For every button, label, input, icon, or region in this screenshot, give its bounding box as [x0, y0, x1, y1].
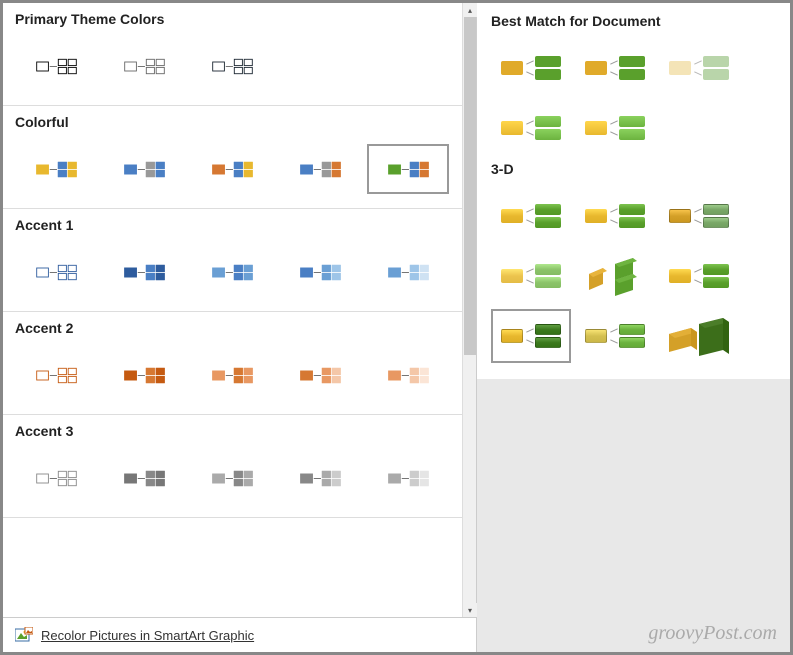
section-accent3: Accent 3	[3, 415, 462, 518]
section-header: Accent 2	[15, 320, 450, 336]
scroll-up-button[interactable]: ▴	[463, 3, 477, 17]
color-variation-thumb[interactable]	[279, 144, 361, 194]
section-header: Accent 1	[15, 217, 450, 233]
section-header: Colorful	[15, 114, 450, 130]
style-thumb[interactable]	[491, 249, 571, 303]
style-gallery-content: Best Match for Document	[477, 3, 790, 379]
color-variation-thumb[interactable]	[367, 247, 449, 297]
section-accent1: Accent 1	[3, 209, 462, 312]
color-variation-thumb[interactable]	[279, 247, 361, 297]
style-thumb[interactable]	[491, 189, 571, 243]
color-variation-thumb[interactable]	[103, 41, 185, 91]
color-variation-thumb[interactable]	[279, 453, 361, 503]
color-variation-thumb[interactable]	[279, 350, 361, 400]
color-variation-thumb[interactable]	[191, 41, 273, 91]
section-header: Primary Theme Colors	[15, 11, 450, 27]
scrollbar[interactable]: ▴ ▾	[462, 3, 476, 617]
color-variation-thumb[interactable]	[367, 453, 449, 503]
section-colorful: Colorful	[3, 106, 462, 209]
thumb-row	[15, 247, 450, 297]
section-header: Accent 3	[15, 423, 450, 439]
thumb-row	[15, 41, 450, 91]
style-thumb[interactable]	[575, 249, 655, 303]
picture-icon	[15, 627, 33, 643]
color-scroll-area: Primary Theme Colors Colorful	[3, 3, 476, 617]
style-thumb[interactable]	[491, 309, 571, 363]
scroll-down-button[interactable]: ▾	[463, 603, 477, 617]
style-thumb[interactable]	[659, 309, 739, 363]
color-variation-thumb[interactable]	[103, 350, 185, 400]
style-thumb[interactable]	[575, 101, 655, 155]
thumb-row	[15, 453, 450, 503]
style-thumb[interactable]	[575, 189, 655, 243]
style-thumb[interactable]	[659, 249, 739, 303]
color-variation-thumb[interactable]	[191, 453, 273, 503]
style-gallery-panel: Best Match for Document	[477, 3, 790, 652]
style-row	[491, 309, 776, 363]
style-row	[491, 249, 776, 303]
recolor-link-text: Recolor Pictures in SmartArt Graphic	[41, 628, 254, 643]
color-variation-thumb[interactable]	[15, 144, 97, 194]
style-thumb[interactable]	[491, 101, 571, 155]
style-section-header: Best Match for Document	[491, 13, 776, 29]
style-row	[491, 189, 776, 243]
color-variation-thumb[interactable]	[367, 144, 449, 194]
style-row	[491, 41, 776, 95]
color-variation-thumb[interactable]	[191, 350, 273, 400]
color-variations-panel: Primary Theme Colors Colorful	[3, 3, 477, 652]
style-row	[491, 101, 776, 155]
color-variation-thumb[interactable]	[367, 350, 449, 400]
color-variation-thumb[interactable]	[15, 350, 97, 400]
thumb-row	[15, 144, 450, 194]
color-variation-thumb[interactable]	[15, 453, 97, 503]
section-accent2: Accent 2	[3, 312, 462, 415]
recolor-pictures-link[interactable]: Recolor Pictures in SmartArt Graphic	[3, 617, 476, 652]
style-section-header: 3-D	[491, 161, 776, 177]
color-variation-thumb[interactable]	[191, 247, 273, 297]
style-thumb[interactable]	[575, 41, 655, 95]
color-variation-thumb[interactable]	[103, 453, 185, 503]
style-thumb[interactable]	[575, 309, 655, 363]
scrollbar-thumb[interactable]	[464, 17, 476, 355]
thumb-row	[15, 350, 450, 400]
color-variation-thumb[interactable]	[15, 247, 97, 297]
style-thumb[interactable]	[491, 41, 571, 95]
section-primary: Primary Theme Colors	[3, 3, 462, 106]
smartart-style-picker: Primary Theme Colors Colorful	[0, 0, 793, 655]
style-thumb[interactable]	[659, 189, 739, 243]
color-variation-thumb[interactable]	[15, 41, 97, 91]
color-variation-thumb[interactable]	[191, 144, 273, 194]
style-thumb[interactable]	[659, 41, 739, 95]
watermark: groovyPost.com	[648, 622, 777, 645]
color-variation-thumb[interactable]	[103, 144, 185, 194]
color-variation-thumb[interactable]	[103, 247, 185, 297]
